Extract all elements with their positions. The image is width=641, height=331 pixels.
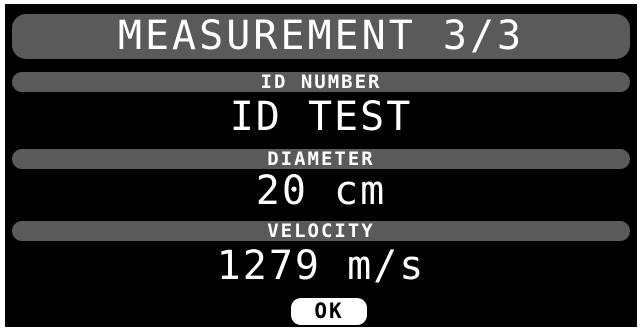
id-number-value: ID TEST [229,94,413,140]
velocity-value: 1279 m/s [216,243,426,289]
screen-title: MEASUREMENT 3/3 [12,14,630,59]
device-screen: MEASUREMENT 3/3 ID NUMBER ID TEST DIAMET… [5,4,637,327]
diameter-value: 20 cm [255,168,387,214]
diameter-label: DIAMETER [12,149,630,169]
id-number-label: ID NUMBER [12,72,630,92]
ok-button[interactable]: OK [291,298,367,325]
velocity-label: VELOCITY [12,221,630,241]
